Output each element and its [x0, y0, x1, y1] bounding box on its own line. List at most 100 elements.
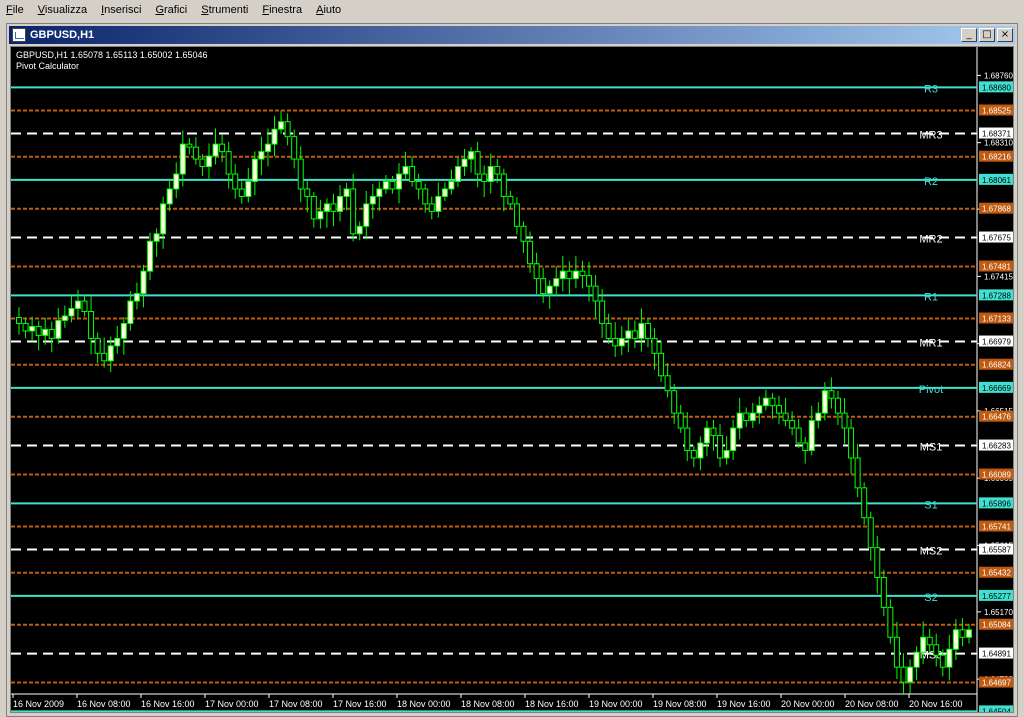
candle-body	[861, 487, 868, 519]
candle-body	[232, 173, 239, 190]
minimize-button[interactable]: _	[961, 28, 977, 42]
chart-area[interactable]: 1.687601.683101.678651.674151.669651.665…	[10, 46, 1014, 713]
menu-item-strumenti[interactable]: Strumenti	[195, 4, 256, 16]
candle-body	[913, 651, 920, 668]
price-chart[interactable]: 1.687601.683101.678651.674151.669651.665…	[11, 47, 1013, 712]
menu-item-visualizza[interactable]: Visualizza	[32, 4, 95, 16]
menu-item-inserisci[interactable]: Inserisci	[95, 4, 149, 16]
candle-body	[271, 128, 278, 145]
candle-body	[586, 275, 592, 287]
level-price-label: 1.68061	[982, 176, 1011, 185]
time-tick-label: 19 Nov 16:00	[717, 699, 771, 709]
level-label-r3: R3	[924, 83, 938, 95]
time-tick-label: 16 Nov 2009	[13, 699, 64, 709]
menu-item-file[interactable]: File	[0, 4, 32, 16]
candle-body	[363, 203, 370, 227]
level-price-label: 1.64697	[982, 679, 1011, 688]
candle-body	[133, 293, 140, 302]
maximize-button[interactable]: □	[979, 28, 995, 42]
level-price-label: 1.66089	[982, 471, 1011, 480]
candle-body	[605, 322, 612, 339]
level-price-label: 1.65741	[982, 523, 1011, 532]
level-price-label: 1.66669	[982, 384, 1011, 393]
candle-body	[736, 412, 743, 429]
candle-body	[192, 146, 199, 160]
candle-body	[238, 188, 245, 197]
candle-body	[854, 457, 861, 489]
candle-body	[815, 412, 822, 422]
candle-body	[22, 322, 29, 332]
candle-body	[907, 666, 914, 683]
candle-body	[572, 270, 579, 280]
level-price-label: 1.67868	[982, 205, 1011, 214]
level-price-label: 1.65277	[982, 592, 1011, 601]
candle-body	[323, 203, 330, 212]
menu-item-grafici[interactable]: Grafici	[149, 4, 195, 16]
level-label-r2: R2	[924, 176, 938, 188]
menu-item-aiuto[interactable]: Aiuto	[310, 4, 349, 16]
level-price-label: 1.66283	[982, 442, 1011, 451]
candle-body	[697, 442, 704, 459]
candle-body	[114, 337, 121, 347]
level-label-s1: S1	[924, 499, 937, 511]
candle-body	[939, 654, 946, 668]
menu-bar: File Visualizza Inserisci Grafici Strumenti F…	[0, 0, 1024, 20]
candle-body	[16, 316, 22, 324]
time-tick-label: 18 Nov 00:00	[397, 699, 451, 709]
candle-body	[88, 311, 95, 339]
level-price-label: 1.67675	[982, 234, 1011, 243]
candle-body	[553, 278, 560, 287]
candle-body	[828, 390, 835, 399]
candle-body	[808, 420, 815, 451]
candle-body	[199, 158, 206, 168]
candle-body	[487, 166, 494, 182]
chart-window-titlebar[interactable]: GBPUSD,H1 _ □ ×	[9, 26, 1015, 44]
candle-body	[310, 195, 317, 220]
chart-window-title: GBPUSD,H1	[30, 29, 95, 41]
candle-body	[848, 427, 855, 459]
candle-body	[762, 397, 769, 407]
candle-body	[612, 337, 619, 347]
candle-body	[245, 180, 252, 197]
candle-body	[684, 427, 691, 451]
level-price-label: 1.64891	[982, 650, 1011, 659]
level-price-label: 1.66824	[982, 361, 1011, 370]
level-price-label: 1.67288	[982, 291, 1011, 300]
menu-item-finestra[interactable]: Finestra	[256, 4, 310, 16]
candle-body	[396, 173, 402, 190]
chart-window: GBPUSD,H1 _ □ × 1.687601.683101.678651.6…	[6, 23, 1018, 717]
candle-body	[42, 328, 49, 336]
level-label-ms1: MS1	[920, 442, 943, 454]
candle-body	[592, 285, 599, 302]
level-price-label: 1.68371	[982, 130, 1011, 139]
candle-body	[225, 151, 232, 175]
candle-body	[278, 121, 285, 130]
level-price-label: 1.64504	[982, 707, 1011, 712]
candle-body	[212, 143, 219, 157]
candle-body	[841, 412, 848, 429]
close-button[interactable]: ×	[997, 28, 1013, 42]
candle-body	[140, 270, 147, 295]
candle-body	[527, 240, 534, 265]
candle-body	[658, 352, 665, 377]
candle-body	[160, 203, 167, 235]
candle-body	[448, 180, 455, 190]
candle-body	[68, 308, 75, 317]
candle-body	[107, 345, 114, 362]
candle-body	[546, 285, 553, 295]
level-label-mr2: MR2	[919, 234, 942, 246]
symbol-info-line: GBPUSD,H1 1.65078 1.65113 1.65002 1.6504…	[16, 50, 208, 60]
candle-body	[776, 405, 782, 414]
candle-body	[297, 158, 304, 190]
time-tick-label: 20 Nov 00:00	[781, 699, 835, 709]
level-price-label: 1.67133	[982, 315, 1011, 324]
level-price-label: 1.66979	[982, 338, 1011, 347]
candle-body	[468, 151, 475, 160]
candle-body	[337, 195, 344, 212]
candle-body	[520, 225, 527, 242]
candle-body	[81, 300, 88, 313]
candle-body	[251, 158, 258, 182]
chart-window-icon	[12, 28, 26, 42]
candle-body	[304, 188, 311, 197]
candle-body	[631, 330, 638, 339]
